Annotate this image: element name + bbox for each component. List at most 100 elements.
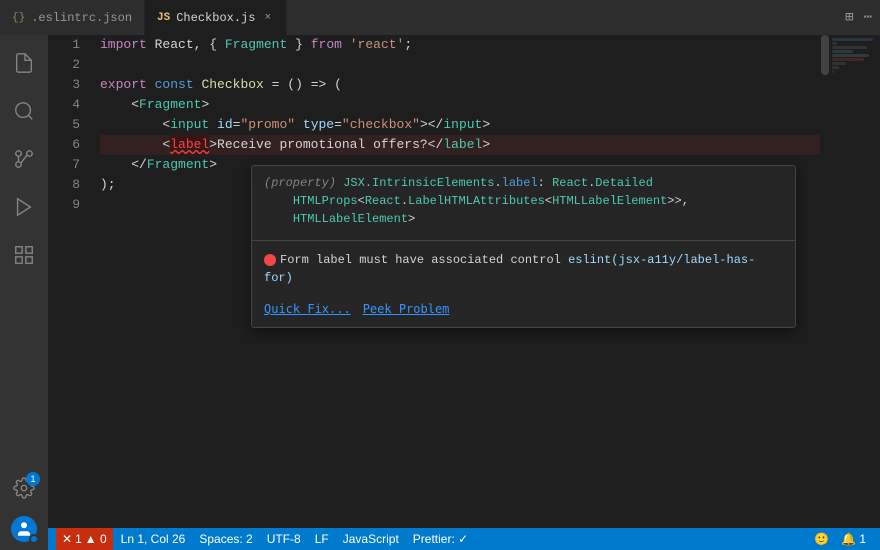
line-num-5: 5	[48, 115, 88, 135]
popup-prop-label: (property)	[264, 176, 343, 190]
minimap-content	[830, 35, 880, 76]
activity-files[interactable]	[4, 43, 44, 83]
popup-space	[561, 253, 568, 267]
status-spaces[interactable]: Spaces: 2	[193, 528, 258, 550]
activity-search[interactable]	[4, 91, 44, 131]
line-num-9: 9	[48, 195, 88, 215]
code-line-4: <Fragment>	[100, 95, 820, 115]
line-num-3: 3	[48, 75, 88, 95]
line-num-7: 7	[48, 155, 88, 175]
minimap	[830, 35, 880, 528]
tab-checkbox[interactable]: JS Checkbox.js ×	[145, 0, 287, 35]
popup-type-line2	[264, 194, 293, 208]
layout-icon[interactable]: ⊞	[845, 9, 853, 26]
popup-type-react: React	[552, 176, 588, 190]
popup-htmllabelelement: HTMLLabelElement	[293, 212, 408, 226]
main-layout: 1 1 2 3 4 5 6 7 8 9	[0, 35, 880, 550]
popup-dot: .	[494, 176, 501, 190]
activity-source-control[interactable]	[4, 139, 44, 179]
line-numbers: 1 2 3 4 5 6 7 8 9	[48, 35, 96, 528]
error-count: 1	[75, 532, 82, 546]
tab-checkbox-label: Checkbox.js	[176, 11, 255, 25]
quick-fix-button[interactable]: Quick Fix...	[264, 299, 351, 319]
tab-close-icon[interactable]: ×	[261, 11, 274, 25]
status-bar: ✕ 1 ▲ 0 Ln 1, Col 26 Spaces: 2 UTF-8 LF …	[48, 528, 880, 550]
json-icon: {}	[12, 12, 25, 24]
minimap-line-1	[832, 38, 873, 41]
code-line-5: <input id="promo" type="checkbox"></inpu…	[100, 115, 820, 135]
popup-type-detail: Detailed	[595, 176, 653, 190]
error-count-icon: ✕	[62, 532, 72, 546]
hover-error-section: Form label must have associated control …	[252, 245, 795, 295]
status-line-ending[interactable]: LF	[309, 528, 335, 550]
popup-type-labelhtml: LabelHTMLAttributes	[408, 194, 545, 208]
minimap-line-4	[832, 50, 853, 53]
tab-eslintrc[interactable]: {} .eslintrc.json	[0, 0, 145, 35]
popup-dot3: .	[401, 194, 408, 208]
line-num-2: 2	[48, 55, 88, 75]
popup-error-text: Form label must have associated control	[280, 253, 561, 267]
popup-label-name: label	[502, 176, 538, 190]
popup-close-angle: >	[408, 212, 415, 226]
popup-type-react2: React	[365, 194, 401, 208]
popup-type-htmllabel: HTMLLabelElement	[552, 194, 667, 208]
status-right: 🙂 🔔 1	[808, 532, 872, 546]
minimap-line-2	[832, 42, 837, 45]
status-language-text: JavaScript	[343, 532, 399, 546]
line-num-8: 8	[48, 175, 88, 195]
status-smiley[interactable]: 🙂	[808, 532, 835, 546]
status-ln-col-text: Ln 1, Col 26	[121, 532, 186, 546]
settings-badge: 1	[26, 472, 40, 486]
activity-extensions[interactable]	[4, 235, 44, 275]
more-icon[interactable]: ⋯	[864, 9, 872, 26]
popup-colon: :	[538, 176, 552, 190]
code-line-6: <label>Receive promotional offers?</labe…	[100, 135, 820, 155]
activity-settings[interactable]: 1	[4, 468, 44, 508]
activity-bar: 1	[0, 35, 48, 550]
status-encoding-text: UTF-8	[267, 532, 301, 546]
popup-indent	[264, 212, 293, 226]
tab-eslintrc-label: .eslintrc.json	[31, 11, 132, 25]
title-bar: {} .eslintrc.json JS Checkbox.js × ⊞ ⋯	[0, 0, 880, 35]
popup-intrinsic: JSX.IntrinsicElements	[343, 176, 494, 190]
popup-angle1: <	[358, 194, 365, 208]
scrollbar-thumb[interactable]	[821, 35, 829, 75]
scrollbar-track[interactable]	[820, 35, 830, 528]
status-smiley-icon: 🙂	[814, 532, 829, 546]
line-num-6: 6	[48, 135, 88, 155]
status-bell[interactable]: 🔔 1	[835, 532, 872, 546]
activity-run[interactable]	[4, 187, 44, 227]
status-ln-col[interactable]: Ln 1, Col 26	[115, 528, 192, 550]
peek-problem-button[interactable]: Peek Problem	[363, 299, 450, 319]
status-spaces-text: Spaces: 2	[199, 532, 252, 546]
status-language[interactable]: JavaScript	[337, 528, 405, 550]
avatar[interactable]	[11, 516, 37, 542]
minimap-line-3	[832, 46, 867, 49]
status-encoding[interactable]: UTF-8	[261, 528, 307, 550]
status-line-ending-text: LF	[315, 532, 329, 546]
line-num-1: 1	[48, 35, 88, 55]
hover-popup-content: (property) JSX.IntrinsicElements.label: …	[252, 166, 795, 236]
warning-count: ▲ 0	[85, 532, 107, 546]
minimap-line-7	[832, 62, 846, 65]
code-editor[interactable]: 1 2 3 4 5 6 7 8 9 import React, { Fragme…	[48, 35, 880, 528]
hover-popup: (property) JSX.IntrinsicElements.label: …	[251, 165, 796, 328]
status-formatter-text: Prettier: ✓	[413, 532, 468, 546]
status-bell-icon: 🔔 1	[841, 532, 866, 546]
status-errors[interactable]: ✕ 1 ▲ 0	[56, 528, 113, 550]
minimap-line-9	[832, 70, 834, 73]
minimap-line-6	[832, 58, 864, 61]
activity-bottom: 1	[4, 468, 44, 542]
avatar-badge	[29, 534, 39, 544]
code-content[interactable]: import React, { Fragment } from 'react';…	[96, 35, 820, 528]
editor-area: 1 2 3 4 5 6 7 8 9 import React, { Fragme…	[48, 35, 880, 550]
title-bar-right: ⊞ ⋯	[845, 9, 880, 26]
line-num-4: 4	[48, 95, 88, 115]
code-line-2	[100, 55, 820, 75]
minimap-line-8	[832, 66, 839, 69]
minimap-line-5	[832, 54, 869, 57]
js-icon: JS	[157, 12, 170, 24]
error-icon	[264, 254, 276, 266]
code-line-1: import React, { Fragment } from 'react';	[100, 35, 820, 55]
status-formatter[interactable]: Prettier: ✓	[407, 528, 474, 550]
